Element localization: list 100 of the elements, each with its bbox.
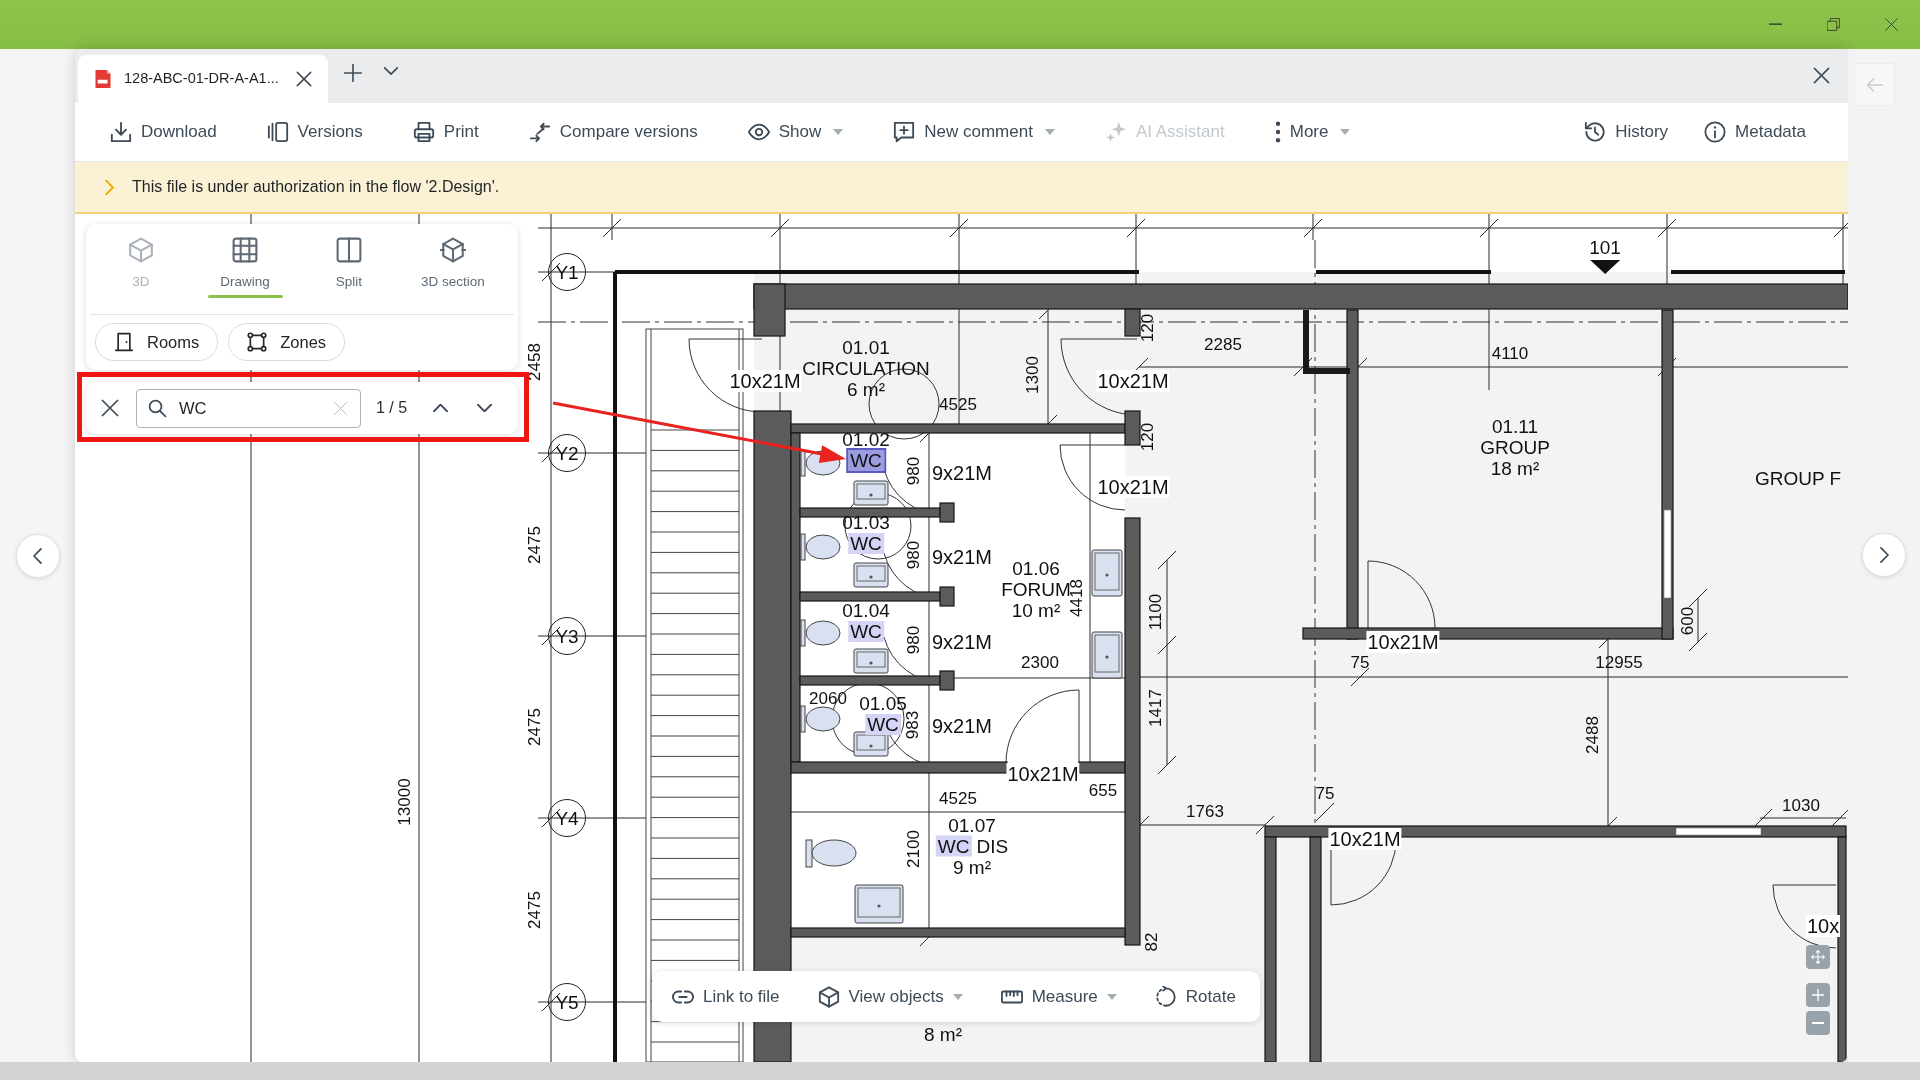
match-counter: 1 / 5 bbox=[376, 398, 408, 418]
view-mode-tab[interactable]: Drawing bbox=[193, 224, 297, 298]
room-area: 8 m² bbox=[924, 1023, 962, 1045]
rotate-button[interactable]: Rotate bbox=[1154, 983, 1236, 1010]
sink-icon bbox=[1091, 549, 1123, 597]
close-icon[interactable] bbox=[296, 71, 312, 87]
zones-button[interactable]: Zones bbox=[228, 323, 346, 361]
vertical-dots-icon bbox=[1274, 121, 1281, 143]
chevron-right-icon bbox=[1879, 547, 1889, 563]
view-mode-tab[interactable]: 3D section bbox=[401, 224, 505, 298]
dimension-label: 2285 bbox=[1204, 335, 1242, 353]
dimension-label: 75 bbox=[1350, 653, 1370, 671]
download-icon bbox=[110, 121, 132, 143]
zone-square-icon bbox=[247, 332, 268, 352]
dimension-label: 980 bbox=[904, 625, 922, 655]
view-objects-button[interactable]: View objects bbox=[817, 983, 963, 1010]
toilet-icon bbox=[800, 533, 841, 561]
room-area: 9 m² bbox=[953, 856, 991, 878]
close-icon[interactable] bbox=[101, 399, 119, 417]
dimension-tick bbox=[1157, 755, 1177, 775]
sparkle-icon bbox=[1104, 121, 1127, 143]
dimension-label: 2060 bbox=[809, 689, 847, 707]
caret-icon bbox=[1340, 129, 1351, 135]
chevron-down-icon[interactable] bbox=[477, 404, 493, 412]
door-swing bbox=[1772, 884, 1837, 949]
restore-icon[interactable] bbox=[1826, 18, 1840, 31]
more-button[interactable]: More bbox=[1274, 115, 1351, 149]
next-button[interactable] bbox=[1862, 533, 1906, 577]
dimension-tick bbox=[1126, 218, 1146, 238]
close-icon[interactable] bbox=[1813, 66, 1830, 84]
measure-button[interactable]: Measure bbox=[1000, 983, 1117, 1010]
dimension-label: 980 bbox=[904, 540, 922, 570]
document-icon bbox=[94, 69, 112, 89]
metadata-button[interactable]: Metadata bbox=[1704, 115, 1806, 149]
compare-arrows-icon bbox=[528, 121, 551, 143]
history-icon bbox=[1584, 121, 1607, 143]
show-button[interactable]: Show bbox=[747, 115, 844, 149]
room-name: GROUP F bbox=[1755, 467, 1842, 489]
versions-button[interactable]: Versions bbox=[266, 115, 363, 149]
chevron-down-icon[interactable] bbox=[384, 67, 398, 75]
chevron-up-icon[interactable] bbox=[433, 404, 449, 412]
close-icon[interactable] bbox=[1884, 18, 1898, 31]
compare-versions-button[interactable]: Compare versions bbox=[528, 115, 698, 149]
room-number: 01.06 bbox=[1012, 557, 1060, 579]
comment-plus-icon bbox=[893, 121, 916, 143]
dimension-label: 12955 bbox=[1595, 653, 1643, 671]
rooms-button[interactable]: Rooms bbox=[95, 323, 219, 361]
rotate-icon bbox=[1154, 985, 1177, 1008]
door-icon bbox=[114, 332, 134, 352]
search-field[interactable]: WC bbox=[136, 388, 361, 428]
dimension-tick bbox=[770, 218, 790, 238]
split-view-icon bbox=[336, 237, 362, 263]
dimension-tick bbox=[1157, 635, 1177, 655]
room-number: 01.11 bbox=[1491, 415, 1539, 437]
history-button[interactable]: History bbox=[1584, 115, 1669, 149]
dimension-label: 4525 bbox=[939, 395, 977, 413]
search-match: WC bbox=[848, 533, 884, 554]
eye-icon bbox=[747, 121, 770, 143]
new-comment-button[interactable]: New comment bbox=[893, 115, 1055, 149]
search-icon bbox=[148, 398, 167, 418]
search-match: WC bbox=[848, 621, 884, 642]
download-button[interactable]: Download bbox=[110, 115, 217, 149]
room-number: 01.01 bbox=[842, 336, 890, 358]
dimension-label: 82 bbox=[1142, 932, 1160, 952]
dimension-tick bbox=[1157, 550, 1177, 570]
sink-icon bbox=[853, 648, 889, 674]
print-button[interactable]: Print bbox=[412, 115, 479, 149]
plus-icon[interactable] bbox=[344, 64, 362, 82]
recenter-button[interactable] bbox=[1806, 945, 1830, 969]
door-label: 10x21M bbox=[1328, 828, 1402, 850]
dimension-label: 2100 bbox=[904, 830, 922, 868]
room-number: 01.04 bbox=[842, 600, 890, 621]
versions-icon bbox=[266, 121, 289, 143]
room-name: CIRCULATION bbox=[802, 357, 930, 379]
door-label: 10x21M bbox=[728, 370, 802, 392]
printer-icon bbox=[412, 121, 435, 143]
dimension-label: 13000 bbox=[395, 778, 413, 826]
sink-icon bbox=[1091, 631, 1123, 679]
dimension-label: 2475 bbox=[525, 708, 543, 746]
room-number: 01.07 bbox=[948, 814, 996, 836]
triangle-marker-icon bbox=[1590, 260, 1620, 274]
caret-icon bbox=[833, 129, 844, 135]
cube-icon bbox=[817, 985, 840, 1008]
link-to-file-button[interactable]: Link to file bbox=[672, 983, 780, 1010]
previous-button[interactable] bbox=[15, 533, 60, 578]
door-label: 10x bbox=[1806, 915, 1841, 937]
document-tab[interactable]: 128-ABC-01-DR-A-A1... bbox=[78, 55, 328, 103]
sink-icon bbox=[853, 480, 889, 506]
toilet-icon bbox=[805, 839, 857, 868]
dimension-label: 1030 bbox=[1782, 796, 1820, 814]
room-area: 10 m² bbox=[1011, 599, 1061, 621]
zoom-out-button[interactable] bbox=[1806, 1011, 1830, 1035]
minimize-icon[interactable] bbox=[1768, 23, 1782, 26]
caret-icon bbox=[1106, 993, 1117, 1000]
dimension-tick bbox=[1479, 218, 1499, 238]
room-name: GROUP bbox=[1480, 436, 1550, 458]
caret-icon bbox=[952, 993, 963, 1000]
dimension-tick bbox=[1255, 815, 1275, 835]
view-mode-tab[interactable]: Split bbox=[297, 224, 401, 298]
search-match: WC bbox=[865, 714, 901, 735]
